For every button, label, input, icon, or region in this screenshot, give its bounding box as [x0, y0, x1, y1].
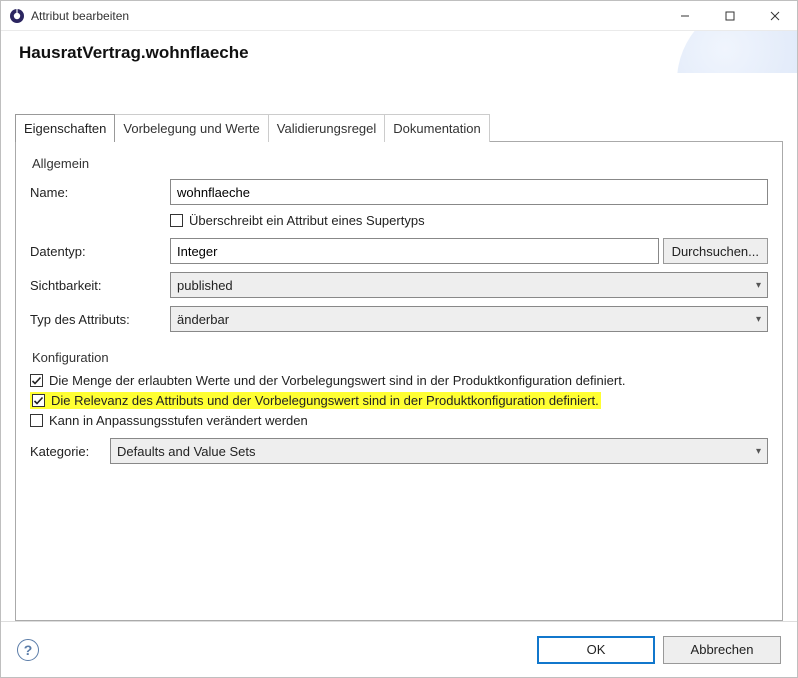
label-attrtype: Typ des Attributs: — [30, 312, 170, 327]
spacer — [1, 73, 797, 113]
row-category: Kategorie: Defaults and Value Sets ▾ — [30, 438, 768, 464]
label-changeable: Kann in Anpassungsstufen verändert werde… — [49, 413, 308, 428]
dialog-title: HausratVertrag.wohnflaeche — [19, 43, 779, 63]
tab-vorbelegung[interactable]: Vorbelegung und Werte — [114, 114, 268, 142]
row-datatype: Datentyp: Durchsuchen... — [30, 238, 768, 264]
dialog-window: Attribut bearbeiten HausratVertrag.wohnf… — [0, 0, 798, 678]
row-attrtype: Typ des Attributs: änderbar ▾ — [30, 306, 768, 332]
label-allowed-values: Die Menge der erlaubten Werte und der Vo… — [49, 373, 625, 388]
checkbox-changeable[interactable] — [30, 414, 43, 427]
button-browse-datatype[interactable]: Durchsuchen... — [663, 238, 768, 264]
combo-visibility-value: published — [177, 278, 233, 293]
chevron-down-icon: ▾ — [756, 314, 761, 325]
chevron-down-icon: ▾ — [756, 280, 761, 291]
row-name: Name: — [30, 179, 768, 205]
titlebar-title: Attribut bearbeiten — [31, 9, 662, 23]
combo-visibility[interactable]: published ▾ — [170, 272, 768, 298]
label-visibility: Sichtbarkeit: — [30, 278, 170, 293]
tab-bar: Eigenschaften Vorbelegung und Werte Vali… — [1, 113, 797, 141]
maximize-button[interactable] — [707, 1, 752, 30]
row-visibility: Sichtbarkeit: published ▾ — [30, 272, 768, 298]
tab-dokumentation[interactable]: Dokumentation — [384, 114, 489, 142]
row-relevance[interactable]: Die Relevanz des Attributs und der Vorbe… — [30, 392, 768, 409]
close-button[interactable] — [752, 1, 797, 30]
group-konfiguration-label: Konfiguration — [32, 350, 768, 365]
minimize-button[interactable] — [662, 1, 707, 30]
label-override: Überschreibt ein Attribut eines Supertyp… — [189, 213, 425, 228]
label-category: Kategorie: — [30, 444, 110, 459]
tab-eigenschaften[interactable]: Eigenschaften — [15, 114, 115, 142]
dialog-header: HausratVertrag.wohnflaeche — [1, 31, 797, 73]
checkbox-relevance[interactable] — [32, 394, 45, 407]
label-name: Name: — [30, 185, 170, 200]
app-icon — [9, 8, 25, 24]
label-datatype: Datentyp: — [30, 244, 170, 259]
tab-validierungsregel[interactable]: Validierungsregel — [268, 114, 386, 142]
ok-button[interactable]: OK — [537, 636, 655, 664]
checkbox-allowed-values[interactable] — [30, 374, 43, 387]
cancel-button[interactable]: Abbrechen — [663, 636, 781, 664]
titlebar-buttons — [662, 1, 797, 30]
row-override[interactable]: Überschreibt ein Attribut eines Supertyp… — [170, 213, 768, 228]
combo-category[interactable]: Defaults and Value Sets ▾ — [110, 438, 768, 464]
input-datatype[interactable] — [170, 238, 659, 264]
combo-category-value: Defaults and Value Sets — [117, 444, 256, 459]
group-allgemein-label: Allgemein — [32, 156, 768, 171]
help-icon[interactable]: ? — [17, 639, 39, 661]
dialog-footer: ? OK Abbrechen — [1, 621, 797, 677]
row-changeable[interactable]: Kann in Anpassungsstufen verändert werde… — [30, 413, 768, 428]
row-allowed-values[interactable]: Die Menge der erlaubten Werte und der Vo… — [30, 373, 768, 388]
label-relevance: Die Relevanz des Attributs und der Vorbe… — [51, 393, 599, 408]
checkbox-override[interactable] — [170, 214, 183, 227]
header-decoration — [677, 31, 797, 73]
combo-attrtype[interactable]: änderbar ▾ — [170, 306, 768, 332]
tab-panel-eigenschaften: Allgemein Name: Überschreibt ein Attribu… — [15, 141, 783, 621]
titlebar: Attribut bearbeiten — [1, 1, 797, 31]
chevron-down-icon: ▾ — [756, 446, 761, 457]
combo-attrtype-value: änderbar — [177, 312, 229, 327]
input-name[interactable] — [170, 179, 768, 205]
